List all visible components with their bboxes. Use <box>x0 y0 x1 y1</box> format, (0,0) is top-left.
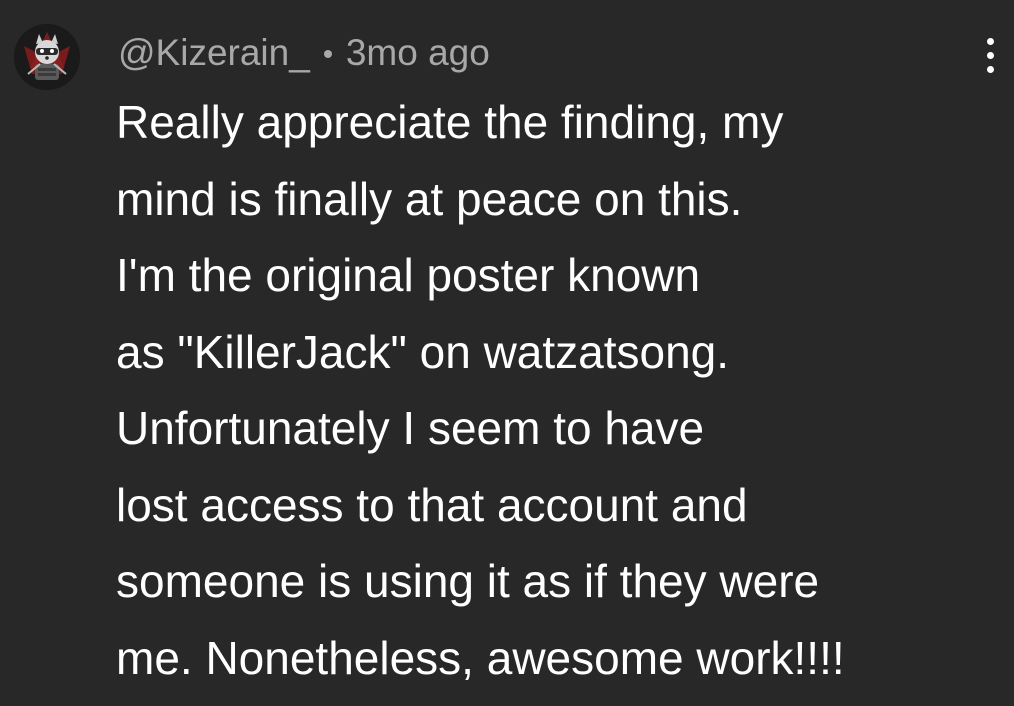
comment-text: Really appreciate the finding, my mind i… <box>116 84 976 696</box>
comment-text-line: lost access to that account and <box>116 478 748 531</box>
comment-text-line: Unfortunately I seem to have <box>116 402 705 454</box>
comment-text-line: someone is using it as if they were <box>116 555 820 607</box>
comment-text-line: mind is finally at peace on this. <box>116 172 743 225</box>
more-options-button[interactable] <box>968 32 1012 78</box>
raccoon-avatar-icon <box>14 24 80 90</box>
avatar[interactable] <box>14 24 80 90</box>
comment-meta: @Kizerain_ 3mo ago <box>118 28 490 78</box>
separator-dot <box>323 50 332 58</box>
comment-text-line: as "KillerJack" on watzatsong. <box>116 325 730 378</box>
more-vertical-icon-dot-2 <box>986 51 994 59</box>
comment-card: @Kizerain_ 3mo ago Really appreciate the… <box>0 0 1014 706</box>
timestamp[interactable]: 3mo ago <box>346 32 490 74</box>
comment-text-line: me. Nonetheless, awesome work!!!! <box>116 631 845 684</box>
username[interactable]: @Kizerain_ <box>118 32 310 74</box>
more-vertical-icon <box>986 37 994 45</box>
more-vertical-icon-dot-3 <box>986 65 994 73</box>
comment-text-line: Really appreciate the finding, my <box>116 96 784 148</box>
comment-text-line: I'm the original poster known <box>116 249 701 301</box>
